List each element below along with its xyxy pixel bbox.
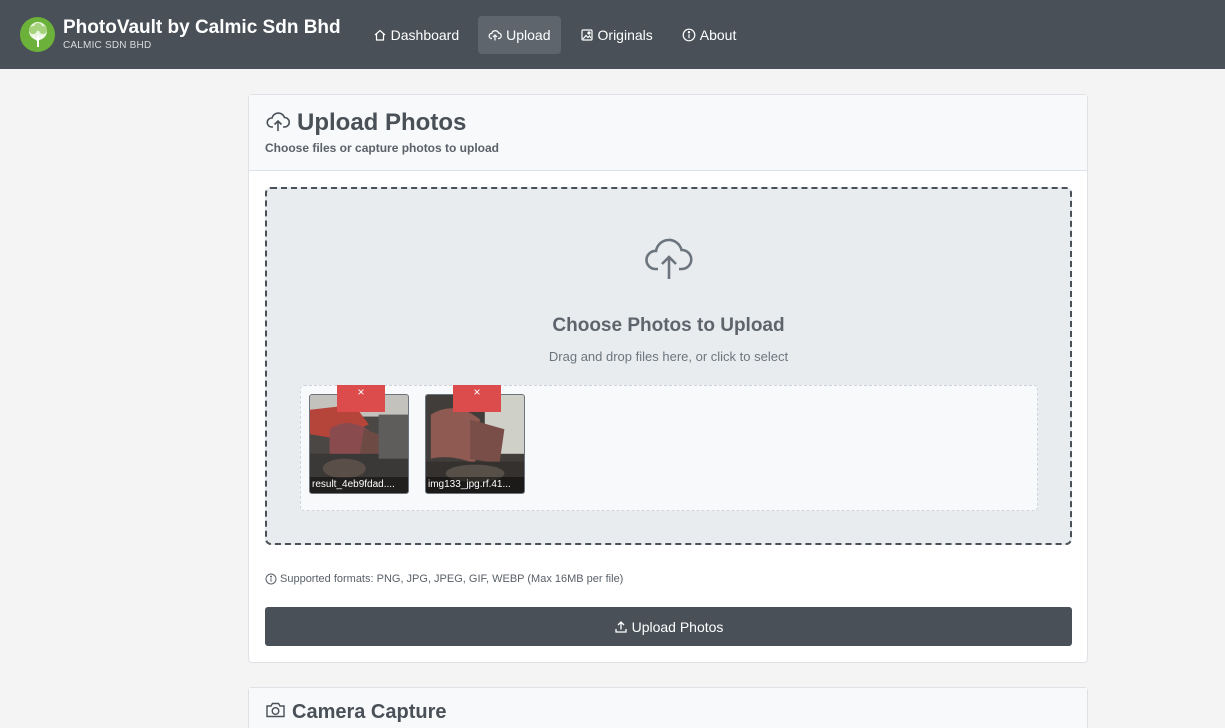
cloud-upload-icon (265, 109, 291, 138)
camera-card: Camera Capture (248, 687, 1088, 728)
supported-formats-note: Supported formats: PNG, JPG, JPEG, GIF, … (265, 573, 623, 585)
camera-capture-title: Camera Capture (292, 701, 447, 723)
dropzone[interactable]: Choose Photos to Upload Drag and drop fi… (265, 187, 1072, 545)
formats-text: Supported formats: PNG, JPG, JPEG, GIF, … (280, 573, 624, 585)
cloud-upload-icon (642, 233, 696, 283)
info-icon (682, 28, 696, 42)
navbar: PhotoVault by Calmic Sdn Bhd CALMIC SDN … (0, 0, 1225, 69)
upload-icon (614, 620, 628, 634)
dropzone-subtitle: Drag and drop files here, or click to se… (548, 349, 789, 364)
nav-about-label: About (699, 26, 737, 43)
nav-about[interactable]: About (672, 16, 747, 54)
brand-title: PhotoVault by Calmic Sdn Bhd (63, 17, 341, 38)
file-name: result_4eb9fdad.... (310, 477, 408, 493)
nav-links: Dashboard Upload Originals About (363, 15, 756, 54)
upload-card-header: Upload Photos Choose files or capture ph… (249, 95, 1087, 171)
upload-button-label: Upload Photos (631, 618, 724, 635)
remove-file-button[interactable]: × (337, 385, 385, 412)
cloud-upload-icon (488, 28, 502, 42)
camera-icon (265, 701, 286, 724)
file-preview-list: result_4eb9fdad.... × img133_jpg.rf.41..… (300, 385, 1038, 511)
dropzone-title: Choose Photos to Upload (552, 315, 785, 336)
tree-logo-icon (20, 17, 55, 52)
nav-originals-label: Originals (597, 26, 653, 43)
nav-originals[interactable]: Originals (570, 16, 663, 54)
page-subtitle: Choose files or capture photos to upload (265, 141, 500, 155)
camera-card-header: Camera Capture (249, 688, 1087, 728)
nav-dashboard[interactable]: Dashboard (363, 16, 470, 54)
nav-dashboard-label: Dashboard (390, 26, 460, 43)
file-name: img133_jpg.rf.41... (426, 477, 524, 493)
remove-file-button[interactable]: × (453, 385, 501, 412)
page-title: Upload Photos (297, 109, 467, 136)
nav-upload-label: Upload (506, 26, 551, 43)
upload-photos-button[interactable]: Upload Photos (265, 607, 1072, 646)
nav-upload[interactable]: Upload (478, 15, 561, 54)
brand-subtitle: CALMIC SDN BHD (63, 40, 152, 51)
brand[interactable]: PhotoVault by Calmic Sdn Bhd CALMIC SDN … (20, 17, 341, 52)
info-icon (265, 573, 277, 585)
home-icon (373, 28, 387, 42)
image-icon (580, 28, 594, 42)
upload-card: Upload Photos Choose files or capture ph… (248, 94, 1088, 663)
